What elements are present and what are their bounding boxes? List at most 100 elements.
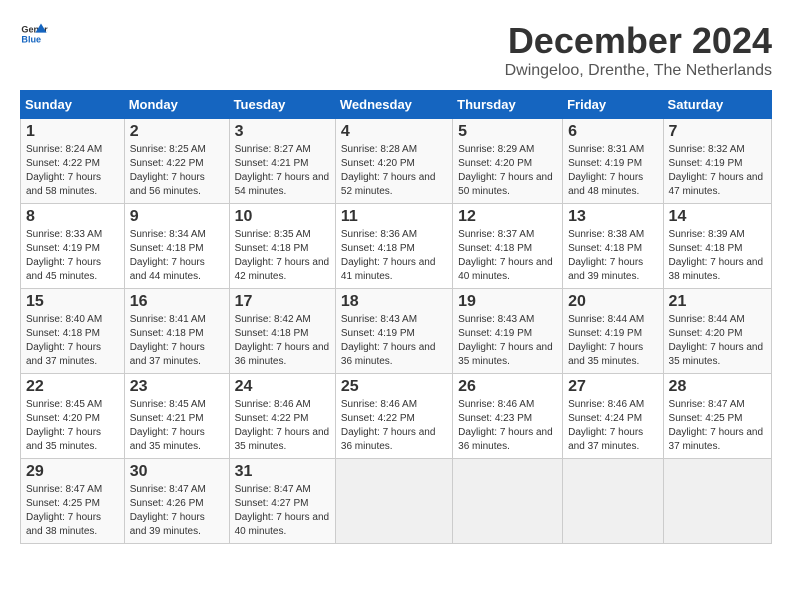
table-cell: 14 Sunrise: 8:39 AMSunset: 4:18 PMDaylig…	[663, 204, 771, 289]
day-number: 1	[26, 123, 119, 141]
day-number: 2	[130, 123, 224, 141]
col-friday: Friday	[563, 91, 663, 119]
table-cell: 29 Sunrise: 8:47 AMSunset: 4:25 PMDaylig…	[21, 459, 125, 544]
day-number: 25	[341, 378, 447, 396]
day-number: 22	[26, 378, 119, 396]
day-number: 9	[130, 208, 224, 226]
table-cell: 22 Sunrise: 8:45 AMSunset: 4:20 PMDaylig…	[21, 374, 125, 459]
title-area: December 2024 Dwingeloo, Drenthe, The Ne…	[505, 20, 772, 80]
day-info: Sunrise: 8:35 AMSunset: 4:18 PMDaylight:…	[235, 229, 330, 282]
day-info: Sunrise: 8:42 AMSunset: 4:18 PMDaylight:…	[235, 314, 330, 367]
calendar-table: Sunday Monday Tuesday Wednesday Thursday…	[20, 90, 772, 544]
table-cell: 21 Sunrise: 8:44 AMSunset: 4:20 PMDaylig…	[663, 289, 771, 374]
day-info: Sunrise: 8:40 AMSunset: 4:18 PMDaylight:…	[26, 314, 102, 367]
table-cell: 6 Sunrise: 8:31 AMSunset: 4:19 PMDayligh…	[563, 119, 663, 204]
table-cell: 10 Sunrise: 8:35 AMSunset: 4:18 PMDaylig…	[229, 204, 335, 289]
subtitle: Dwingeloo, Drenthe, The Netherlands	[505, 62, 772, 80]
col-tuesday: Tuesday	[229, 91, 335, 119]
col-saturday: Saturday	[663, 91, 771, 119]
day-number: 11	[341, 208, 447, 226]
day-number: 24	[235, 378, 330, 396]
table-cell: 15 Sunrise: 8:40 AMSunset: 4:18 PMDaylig…	[21, 289, 125, 374]
day-number: 21	[669, 293, 766, 311]
table-cell	[335, 459, 452, 544]
table-cell: 2 Sunrise: 8:25 AMSunset: 4:22 PMDayligh…	[124, 119, 229, 204]
day-info: Sunrise: 8:47 AMSunset: 4:27 PMDaylight:…	[235, 484, 330, 537]
day-number: 18	[341, 293, 447, 311]
day-info: Sunrise: 8:32 AMSunset: 4:19 PMDaylight:…	[669, 144, 764, 197]
day-info: Sunrise: 8:36 AMSunset: 4:18 PMDaylight:…	[341, 229, 436, 282]
table-cell	[453, 459, 563, 544]
table-cell: 23 Sunrise: 8:45 AMSunset: 4:21 PMDaylig…	[124, 374, 229, 459]
day-number: 12	[458, 208, 557, 226]
day-number: 29	[26, 463, 119, 481]
table-cell: 12 Sunrise: 8:37 AMSunset: 4:18 PMDaylig…	[453, 204, 563, 289]
day-info: Sunrise: 8:46 AMSunset: 4:24 PMDaylight:…	[568, 399, 644, 452]
col-sunday: Sunday	[21, 91, 125, 119]
day-info: Sunrise: 8:37 AMSunset: 4:18 PMDaylight:…	[458, 229, 553, 282]
day-number: 16	[130, 293, 224, 311]
day-number: 5	[458, 123, 557, 141]
day-info: Sunrise: 8:46 AMSunset: 4:22 PMDaylight:…	[235, 399, 330, 452]
day-number: 17	[235, 293, 330, 311]
day-info: Sunrise: 8:25 AMSunset: 4:22 PMDaylight:…	[130, 144, 206, 197]
day-number: 4	[341, 123, 447, 141]
day-info: Sunrise: 8:33 AMSunset: 4:19 PMDaylight:…	[26, 229, 102, 282]
day-info: Sunrise: 8:43 AMSunset: 4:19 PMDaylight:…	[341, 314, 436, 367]
col-wednesday: Wednesday	[335, 91, 452, 119]
day-number: 8	[26, 208, 119, 226]
table-cell	[563, 459, 663, 544]
day-info: Sunrise: 8:39 AMSunset: 4:18 PMDaylight:…	[669, 229, 764, 282]
table-cell: 4 Sunrise: 8:28 AMSunset: 4:20 PMDayligh…	[335, 119, 452, 204]
table-cell: 20 Sunrise: 8:44 AMSunset: 4:19 PMDaylig…	[563, 289, 663, 374]
day-number: 28	[669, 378, 766, 396]
table-cell: 16 Sunrise: 8:41 AMSunset: 4:18 PMDaylig…	[124, 289, 229, 374]
day-info: Sunrise: 8:45 AMSunset: 4:20 PMDaylight:…	[26, 399, 102, 452]
day-info: Sunrise: 8:28 AMSunset: 4:20 PMDaylight:…	[341, 144, 436, 197]
table-cell: 17 Sunrise: 8:42 AMSunset: 4:18 PMDaylig…	[229, 289, 335, 374]
day-number: 10	[235, 208, 330, 226]
day-info: Sunrise: 8:27 AMSunset: 4:21 PMDaylight:…	[235, 144, 330, 197]
table-cell	[663, 459, 771, 544]
table-cell: 7 Sunrise: 8:32 AMSunset: 4:19 PMDayligh…	[663, 119, 771, 204]
day-number: 13	[568, 208, 657, 226]
table-cell: 19 Sunrise: 8:43 AMSunset: 4:19 PMDaylig…	[453, 289, 563, 374]
day-info: Sunrise: 8:47 AMSunset: 4:25 PMDaylight:…	[669, 399, 764, 452]
table-cell: 30 Sunrise: 8:47 AMSunset: 4:26 PMDaylig…	[124, 459, 229, 544]
table-cell: 9 Sunrise: 8:34 AMSunset: 4:18 PMDayligh…	[124, 204, 229, 289]
table-cell: 3 Sunrise: 8:27 AMSunset: 4:21 PMDayligh…	[229, 119, 335, 204]
table-cell: 27 Sunrise: 8:46 AMSunset: 4:24 PMDaylig…	[563, 374, 663, 459]
table-cell: 11 Sunrise: 8:36 AMSunset: 4:18 PMDaylig…	[335, 204, 452, 289]
day-info: Sunrise: 8:38 AMSunset: 4:18 PMDaylight:…	[568, 229, 644, 282]
day-number: 26	[458, 378, 557, 396]
day-info: Sunrise: 8:47 AMSunset: 4:26 PMDaylight:…	[130, 484, 206, 537]
day-info: Sunrise: 8:41 AMSunset: 4:18 PMDaylight:…	[130, 314, 206, 367]
logo-icon: General Blue	[20, 20, 48, 48]
day-number: 23	[130, 378, 224, 396]
table-cell: 5 Sunrise: 8:29 AMSunset: 4:20 PMDayligh…	[453, 119, 563, 204]
table-cell: 13 Sunrise: 8:38 AMSunset: 4:18 PMDaylig…	[563, 204, 663, 289]
day-number: 14	[669, 208, 766, 226]
table-cell: 28 Sunrise: 8:47 AMSunset: 4:25 PMDaylig…	[663, 374, 771, 459]
logo: General Blue	[20, 20, 48, 48]
table-cell: 8 Sunrise: 8:33 AMSunset: 4:19 PMDayligh…	[21, 204, 125, 289]
day-number: 6	[568, 123, 657, 141]
col-monday: Monday	[124, 91, 229, 119]
svg-text:Blue: Blue	[21, 34, 41, 44]
day-info: Sunrise: 8:45 AMSunset: 4:21 PMDaylight:…	[130, 399, 206, 452]
day-info: Sunrise: 8:44 AMSunset: 4:20 PMDaylight:…	[669, 314, 764, 367]
day-number: 20	[568, 293, 657, 311]
day-info: Sunrise: 8:24 AMSunset: 4:22 PMDaylight:…	[26, 144, 102, 197]
header: General Blue December 2024 Dwingeloo, Dr…	[20, 20, 772, 80]
day-number: 27	[568, 378, 657, 396]
day-number: 3	[235, 123, 330, 141]
table-cell: 25 Sunrise: 8:46 AMSunset: 4:22 PMDaylig…	[335, 374, 452, 459]
col-thursday: Thursday	[453, 91, 563, 119]
day-number: 30	[130, 463, 224, 481]
table-cell: 31 Sunrise: 8:47 AMSunset: 4:27 PMDaylig…	[229, 459, 335, 544]
day-number: 15	[26, 293, 119, 311]
day-info: Sunrise: 8:46 AMSunset: 4:22 PMDaylight:…	[341, 399, 436, 452]
day-info: Sunrise: 8:29 AMSunset: 4:20 PMDaylight:…	[458, 144, 553, 197]
day-number: 19	[458, 293, 557, 311]
day-number: 31	[235, 463, 330, 481]
